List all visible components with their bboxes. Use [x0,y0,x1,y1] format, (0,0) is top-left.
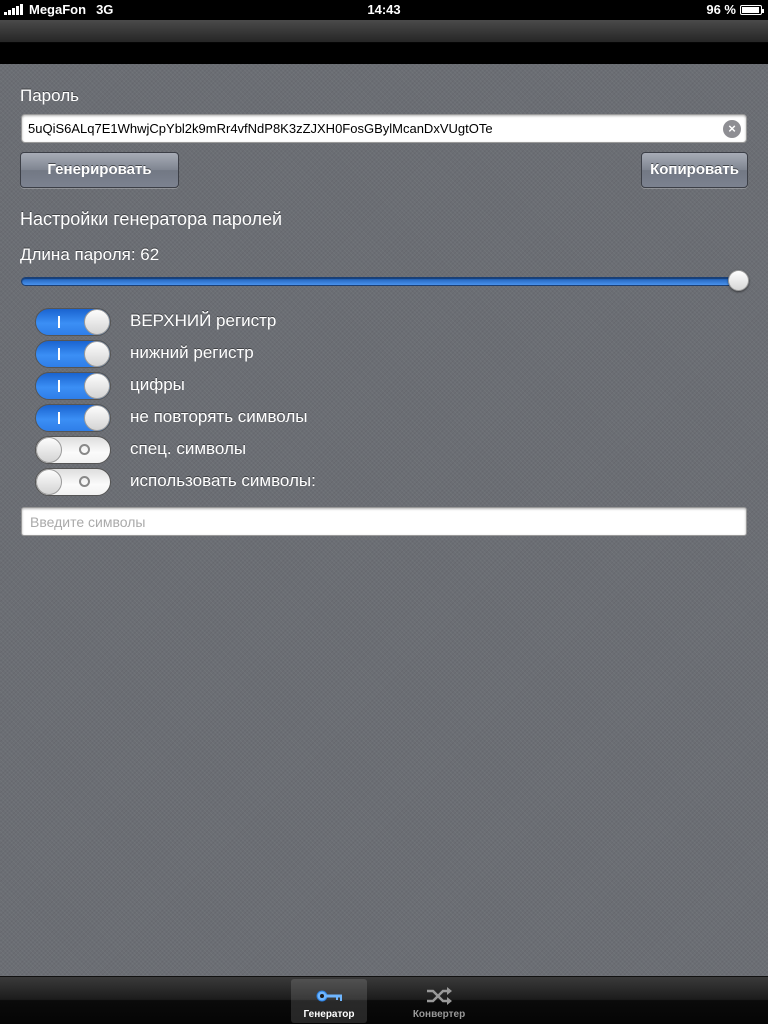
option-lowercase: нижний регистр [35,340,735,368]
custom-symbols-switch[interactable] [35,468,111,496]
option-label: цифры [130,375,185,394]
tab-generator[interactable]: Генератор [291,979,367,1023]
status-bar: MegaFon 3G 14:43 96 % [0,0,768,20]
tab-label: Конвертер [412,1009,466,1020]
navigation-bar [0,20,768,64]
uppercase-switch[interactable] [35,308,111,336]
length-slider-thumb[interactable] [728,270,749,291]
no-repeat-switch[interactable] [35,404,111,432]
digits-switch[interactable] [35,372,111,400]
symbols-input[interactable]: Введите символы [21,507,747,536]
length-slider-track[interactable] [21,277,739,286]
password-value: 5uQiS6ALq7E1WhwjCpYbl2k9mRr4vfNdP8K3zZJX… [28,121,493,136]
option-custom-symbols: использовать символы: [35,468,735,496]
generator-screen: Пароль 5uQiS6ALq7E1WhwjCpYbl2k9mRr4vfNdP… [0,64,768,976]
option-label: использовать символы: [130,471,316,490]
tab-converter[interactable]: Конвертер [401,979,477,1023]
lowercase-switch[interactable] [35,340,111,368]
key-icon [316,990,342,1002]
option-label: нижний регистр [130,343,254,362]
option-digits: цифры [35,372,735,400]
status-right: 96 % [706,2,764,17]
shuffle-icon [427,987,452,1005]
symbols-placeholder: Введите символы [30,514,146,530]
option-label: не повторять символы [130,407,308,426]
special-switch[interactable] [35,436,111,464]
battery-percent: 96 % [706,2,736,17]
option-label: ВЕРХНИЙ регистр [130,311,277,330]
copy-button[interactable]: Копировать [641,152,748,188]
generate-button[interactable]: Генерировать [20,152,179,188]
option-uppercase: ВЕРХНИЙ регистр [35,308,735,336]
password-field[interactable]: 5uQiS6ALq7E1WhwjCpYbl2k9mRr4vfNdP8K3zZJX… [21,114,747,143]
option-special: спец. символы [35,436,735,464]
status-time: 14:43 [367,2,401,17]
option-no-repeat: не повторять символы [35,404,735,432]
battery-icon [740,4,764,15]
tab-label: Генератор [303,1009,355,1020]
clear-icon[interactable]: × [723,120,741,138]
tab-bar: Генератор Конвертер [0,976,768,1024]
settings-title: Настройки генератора паролей [20,209,283,229]
option-label: спец. символы [130,439,247,458]
password-label: Пароль [20,86,79,105]
length-label: Длина пароля: 62 [20,245,160,264]
